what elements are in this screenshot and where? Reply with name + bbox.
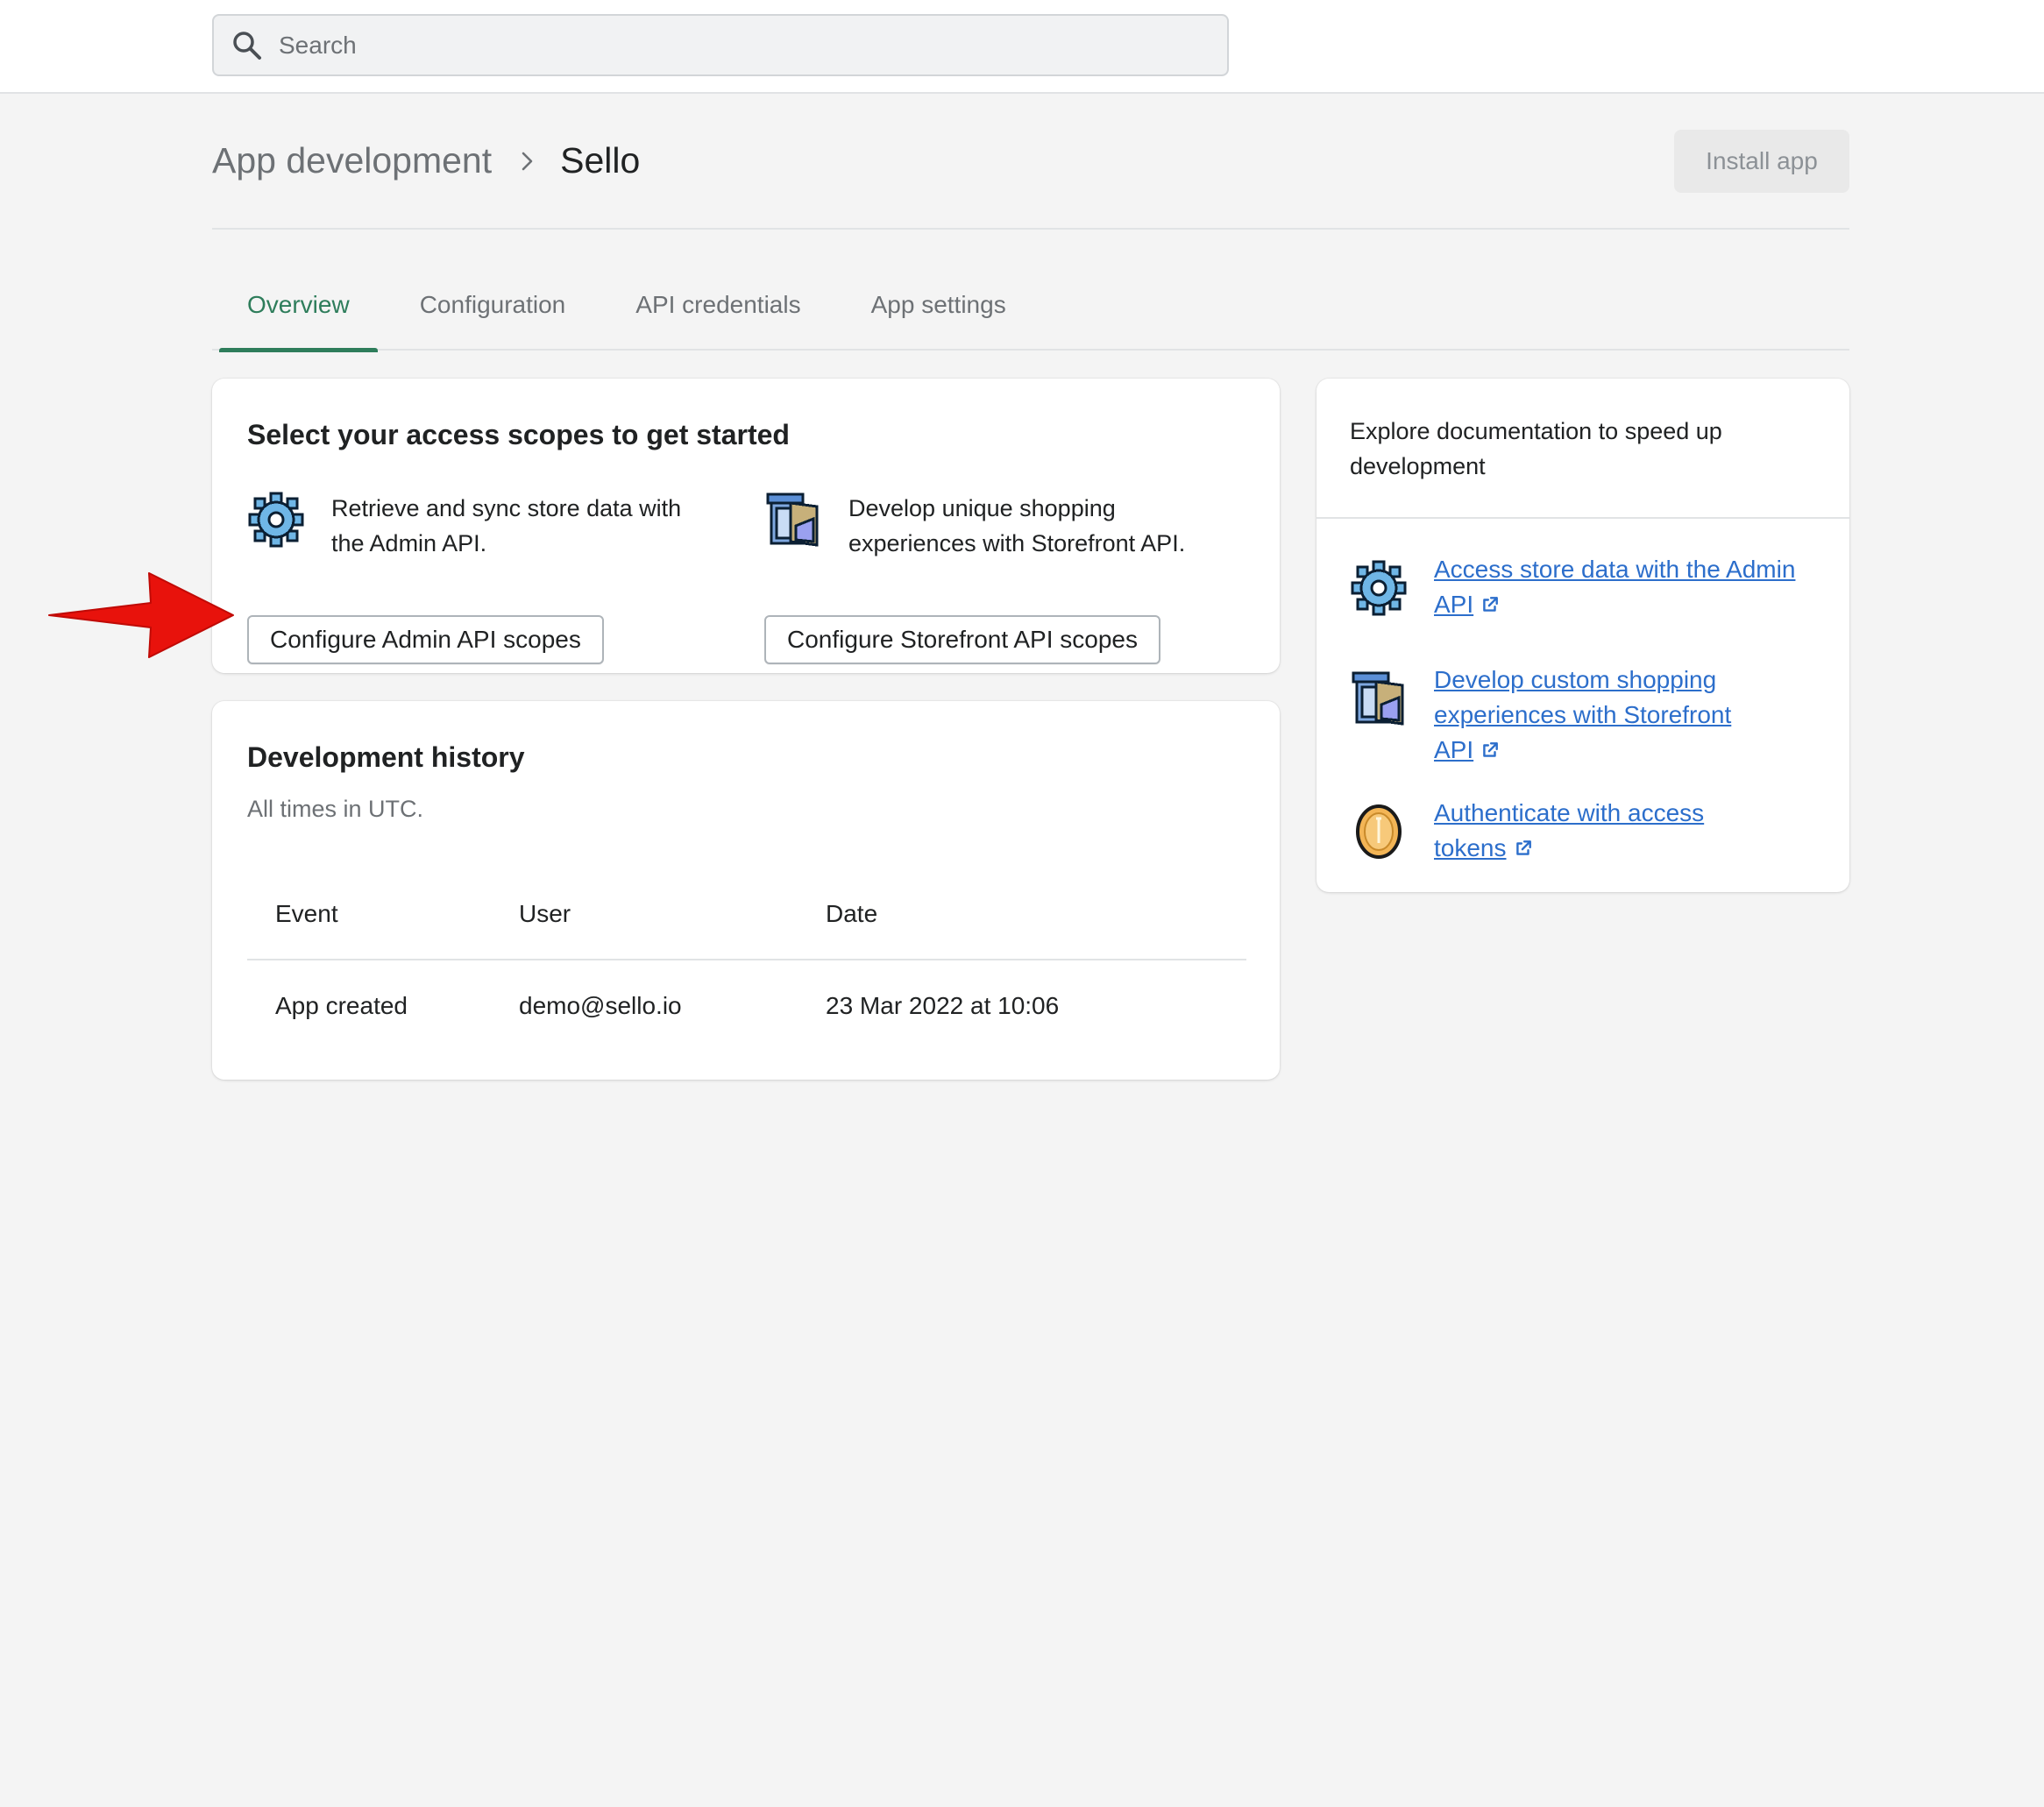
admin-api-description: Retrieve and sync store data with the Ad… — [331, 491, 681, 561]
page-header: App development Sello Install app — [212, 124, 1849, 230]
table-row: App created demo@sello.io 23 Mar 2022 at… — [247, 960, 1246, 1052]
access-scopes-card: Select your access scopes to get started… — [212, 379, 1280, 673]
external-link-icon — [1514, 839, 1533, 858]
doc-link-storefront-api[interactable]: Develop custom shopping experiences with… — [1434, 663, 1828, 768]
doc-link-text: API — [1434, 736, 1474, 763]
storefront-api-scope: Develop unique shopping experiences with… — [764, 491, 1255, 675]
external-link-icon — [1480, 595, 1500, 614]
documentation-title: Explore documentation to speed up develo… — [1350, 414, 1806, 484]
documentation-title-line: Explore documentation to speed up — [1350, 418, 1722, 444]
page-title: Sello — [560, 140, 641, 181]
annotation-arrow-icon — [48, 572, 234, 658]
tab-bar: Overview Configuration API credentials A… — [212, 272, 1849, 352]
storefront-api-description: Develop unique shopping experiences with… — [848, 491, 1185, 561]
search-bar[interactable] — [212, 14, 1229, 76]
cell-date: 23 Mar 2022 at 10:06 — [826, 992, 1060, 1019]
history-table: Event User Date App created demo@sello.i… — [247, 869, 1246, 1052]
external-link-icon — [1480, 741, 1500, 760]
doc-link-admin-api[interactable]: Access store data with the Admin API — [1434, 552, 1828, 622]
cell-event: App created — [275, 992, 408, 1019]
admin-api-description-line: Retrieve and sync store data with — [331, 495, 682, 521]
column-header-event: Event — [275, 900, 338, 927]
top-bar — [0, 0, 2044, 94]
search-input[interactable] — [279, 31, 1155, 60]
history-timezone-note: All times in UTC. — [247, 796, 424, 822]
tab-app-settings[interactable]: App settings — [836, 272, 1041, 351]
documentation-header: Explore documentation to speed up develo… — [1317, 379, 1849, 519]
chevron-right-icon — [522, 152, 533, 170]
doc-link-text: Develop custom shopping — [1434, 666, 1717, 693]
breadcrumb: App development Sello — [212, 140, 640, 181]
cell-user: demo@sello.io — [519, 992, 682, 1019]
documentation-title-line: development — [1350, 453, 1486, 479]
column-header-user: User — [519, 900, 571, 927]
doc-link-access-tokens[interactable]: Authenticate with access tokens — [1434, 796, 1828, 866]
development-history-title: Development history — [247, 741, 525, 773]
storefront-api-description-line: Develop unique shopping — [848, 495, 1116, 521]
storefront-icon — [764, 491, 822, 549]
search-icon — [233, 31, 261, 60]
gear-icon — [247, 491, 305, 549]
doc-link-text: experiences with Storefront — [1434, 701, 1732, 728]
storefront-icon — [1350, 670, 1408, 727]
gear-icon — [1350, 559, 1408, 617]
admin-api-scope: Retrieve and sync store data with the Ad… — [247, 491, 720, 675]
doc-link-text: tokens — [1434, 834, 1507, 861]
doc-link-text: Authenticate with access — [1434, 799, 1705, 826]
column-header-date: Date — [826, 900, 878, 927]
configure-storefront-api-scopes-button[interactable]: Configure Storefront API scopes — [764, 615, 1160, 664]
doc-link-text: API — [1434, 591, 1474, 618]
coin-icon — [1350, 803, 1408, 861]
install-app-button[interactable]: Install app — [1674, 130, 1849, 193]
documentation-card: Explore documentation to speed up develo… — [1317, 379, 1849, 892]
doc-item-access-tokens: Authenticate with access tokens — [1350, 799, 1823, 873]
access-scopes-title: Select your access scopes to get started — [247, 419, 790, 450]
breadcrumb-app-development[interactable]: App development — [212, 140, 492, 181]
admin-api-description-line: the Admin API. — [331, 530, 487, 556]
table-header-row: Event User Date — [247, 869, 1246, 960]
doc-link-text: Access store data with the Admin — [1434, 556, 1796, 583]
tab-configuration[interactable]: Configuration — [385, 272, 601, 351]
doc-item-admin-api: Access store data with the Admin API — [1350, 556, 1823, 629]
storefront-api-description-line: experiences with Storefront API. — [848, 530, 1186, 556]
configure-admin-api-scopes-button[interactable]: Configure Admin API scopes — [247, 615, 604, 664]
development-history-card: Development history All times in UTC. Ev… — [212, 701, 1280, 1080]
tab-api-credentials[interactable]: API credentials — [600, 272, 835, 351]
tab-overview[interactable]: Overview — [212, 272, 385, 352]
doc-item-storefront-api: Develop custom shopping experiences with… — [1350, 666, 1823, 775]
